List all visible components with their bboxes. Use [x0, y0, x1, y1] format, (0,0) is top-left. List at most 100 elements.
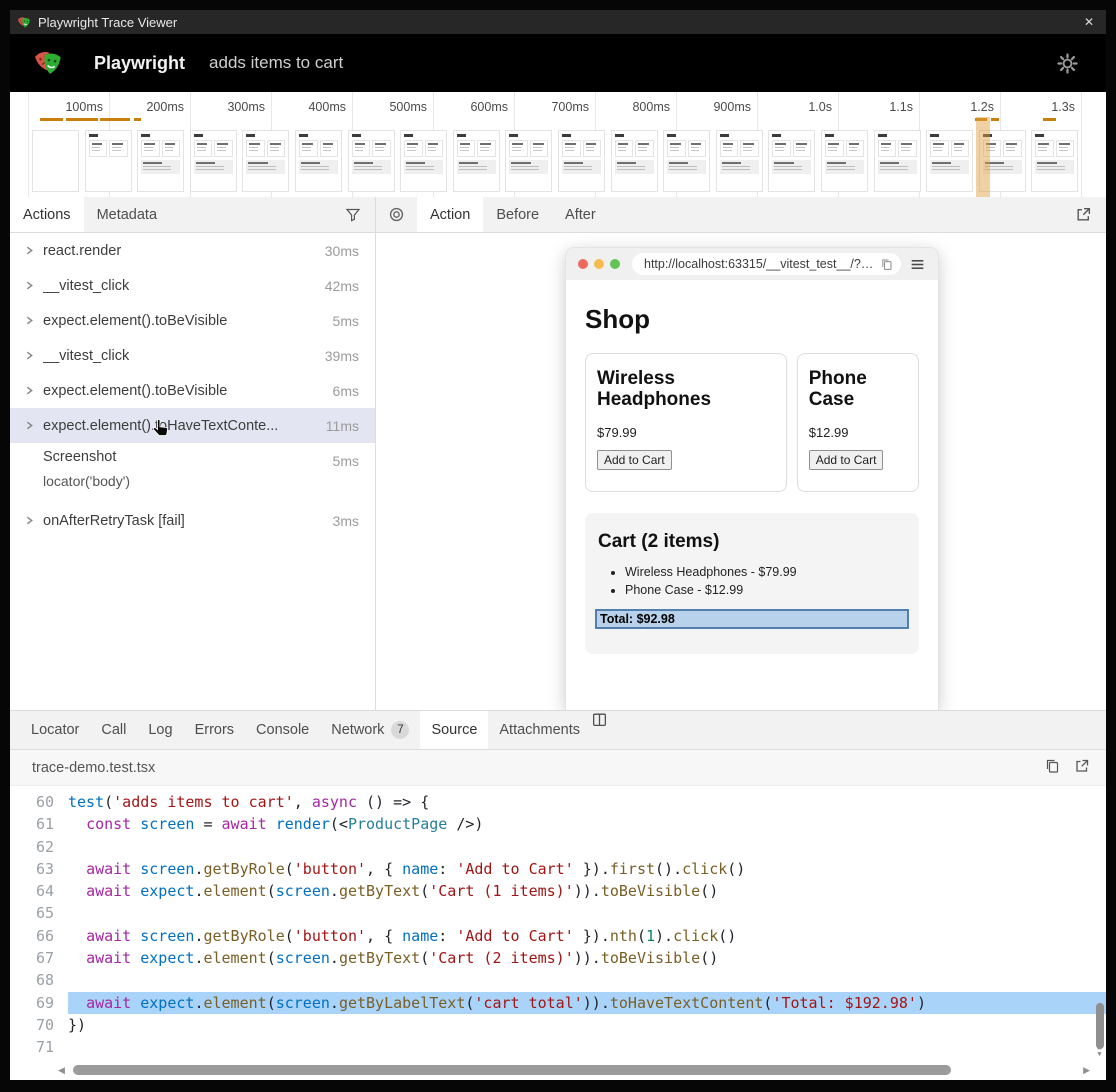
action-row[interactable]: expect.element().toBeVisible5ms — [10, 303, 375, 338]
cart-title: Cart (2 items) — [595, 531, 909, 553]
timeline-thumbnail[interactable] — [663, 130, 710, 192]
line-number: 60 — [10, 791, 68, 813]
timeline-thumbnail[interactable] — [768, 130, 815, 192]
timeline-tick-label: 1.3s — [1003, 100, 1075, 114]
open-snapshot-icon[interactable] — [1061, 197, 1106, 232]
timeline-thumbnail[interactable] — [558, 130, 605, 192]
tab-source[interactable]: Source — [420, 711, 488, 749]
code-text: await expect.element(screen.getByLabelTe… — [68, 992, 1106, 1014]
timeline-thumbnail[interactable] — [716, 130, 763, 192]
timeline-thumbnail[interactable] — [137, 130, 184, 192]
timeline-duration-mark — [134, 118, 141, 121]
timeline-thumbnail[interactable] — [32, 130, 79, 192]
tab-locator[interactable]: Locator — [20, 711, 90, 749]
code-line: 63 await screen.getByRole('button', { na… — [10, 858, 1106, 880]
timeline-thumbnail[interactable] — [1031, 130, 1078, 192]
line-number: 61 — [10, 813, 68, 835]
split-view-icon[interactable] — [591, 711, 608, 749]
expand-chevron-icon[interactable] — [24, 515, 38, 526]
timeline-thumbnail[interactable] — [874, 130, 921, 192]
source-code-view[interactable]: 60test('adds items to cart', async () =>… — [10, 786, 1106, 1060]
timeline-thumbnail[interactable] — [505, 130, 552, 192]
pick-locator-icon[interactable] — [376, 197, 417, 232]
action-row[interactable]: expect.element().toBeVisible6ms — [10, 373, 375, 408]
expand-chevron-icon[interactable] — [24, 385, 38, 396]
timeline-thumbnail[interactable] — [611, 130, 658, 192]
gear-icon[interactable] — [1057, 53, 1078, 74]
action-list: react.render30ms__vitest_click42msexpect… — [10, 233, 375, 710]
action-row[interactable]: expect.element().toHaveTextConte...11ms — [10, 408, 375, 443]
tab-label: Actions — [23, 207, 71, 223]
cart-card: Cart (2 items) Wireless Headphones - $79… — [585, 513, 919, 654]
action-row-screenshot[interactable]: Screenshot5mslocator('body') — [10, 443, 375, 503]
code-text: test('adds items to cart', async () => { — [68, 791, 1106, 813]
tab-errors[interactable]: Errors — [184, 711, 245, 749]
close-icon[interactable]: ✕ — [1084, 10, 1094, 34]
product-name: Wireless Headphones — [597, 369, 775, 411]
code-line: 62 — [10, 836, 1106, 858]
tab-label: Action — [430, 207, 470, 223]
timeline-thumbnail[interactable] — [400, 130, 447, 192]
code-text: await expect.element(screen.getByText('C… — [68, 947, 1106, 969]
code-text — [68, 969, 1106, 991]
timeline-thumbnail[interactable] — [926, 130, 973, 192]
action-row[interactable]: __vitest_click42ms — [10, 268, 375, 303]
timeline-thumbnail[interactable] — [242, 130, 289, 192]
window-title-bar: Playwright Trace Viewer ✕ — [10, 10, 1106, 34]
cart-item-list: Wireless Headphones - $79.99Phone Case -… — [595, 563, 909, 599]
tab-action[interactable]: Action — [417, 197, 483, 232]
line-number: 67 — [10, 947, 68, 969]
browser-menu-icon[interactable] — [909, 256, 926, 273]
cart-item: Wireless Headphones - $79.99 — [625, 563, 909, 581]
timeline-thumbnail[interactable] — [821, 130, 868, 192]
timeline-thumbnail[interactable] — [295, 130, 342, 192]
tab-network[interactable]: Network7 — [320, 711, 420, 749]
action-label: __vitest_click — [43, 278, 129, 294]
copy-source-icon[interactable] — [1044, 758, 1060, 778]
line-number: 68 — [10, 969, 68, 991]
address-bar[interactable]: http://localhost:63315/__vitest_test__/?… — [632, 253, 901, 275]
expand-chevron-icon[interactable] — [24, 245, 38, 256]
expand-chevron-icon[interactable] — [24, 350, 38, 361]
product-card: Phone Case$12.99Add to Cart — [797, 353, 919, 492]
timeline-duration-mark — [1043, 118, 1056, 121]
timeline[interactable]: 100ms200ms300ms400ms500ms600ms700ms800ms… — [10, 92, 1106, 198]
tab-metadata[interactable]: Metadata — [84, 197, 170, 232]
action-row[interactable]: react.render30ms — [10, 233, 375, 268]
filter-icon[interactable] — [331, 197, 375, 232]
vertical-scrollbar-arrows[interactable]: ▲▼ — [1095, 1044, 1104, 1058]
timeline-thumbnail[interactable] — [453, 130, 500, 192]
horizontal-scrollbar-thumb[interactable] — [73, 1065, 951, 1075]
horizontal-scrollbar[interactable]: ◀ ▶ — [10, 1060, 1106, 1080]
tab-label: Errors — [195, 722, 234, 738]
scroll-left-icon[interactable]: ◀ — [58, 1065, 65, 1076]
tab-call[interactable]: Call — [90, 711, 137, 749]
timeline-thumbnail[interactable] — [190, 130, 237, 192]
open-source-icon[interactable] — [1074, 758, 1090, 778]
add-to-cart-button[interactable]: Add to Cart — [809, 450, 884, 470]
expand-chevron-icon[interactable] — [24, 280, 38, 291]
code-line: 64 await expect.element(screen.getByText… — [10, 880, 1106, 902]
action-row[interactable]: __vitest_click39ms — [10, 338, 375, 373]
tab-actions[interactable]: Actions — [10, 197, 84, 232]
expand-chevron-icon[interactable] — [24, 315, 38, 326]
copy-url-icon[interactable] — [880, 258, 893, 271]
expand-chevron-icon[interactable] — [24, 420, 38, 431]
details-tab-bar: LocatorCallLog Errors ConsoleNetwork7Sourc… — [10, 710, 1106, 750]
add-to-cart-button[interactable]: Add to Cart — [597, 450, 672, 470]
timeline-thumbnail[interactable] — [85, 130, 132, 192]
tab-console[interactable]: Console — [245, 711, 320, 749]
timeline-tick-label: 700ms — [517, 100, 589, 114]
product-price: $12.99 — [809, 425, 907, 440]
tab-before[interactable]: Before — [483, 197, 552, 232]
action-row[interactable]: onAfterRetryTask [fail]3ms — [10, 503, 375, 538]
timeline-selection-band — [976, 117, 990, 197]
tab-log[interactable]: Log — [137, 711, 183, 749]
tab-after[interactable]: After — [552, 197, 609, 232]
cart-item: Phone Case - $12.99 — [625, 581, 909, 599]
tab-attachments[interactable]: Attachments — [488, 711, 591, 749]
action-duration: 5ms — [325, 313, 359, 329]
scroll-right-icon[interactable]: ▶ — [1083, 1065, 1090, 1076]
timeline-thumbnail[interactable] — [348, 130, 395, 192]
code-line: 71 — [10, 1036, 1106, 1058]
